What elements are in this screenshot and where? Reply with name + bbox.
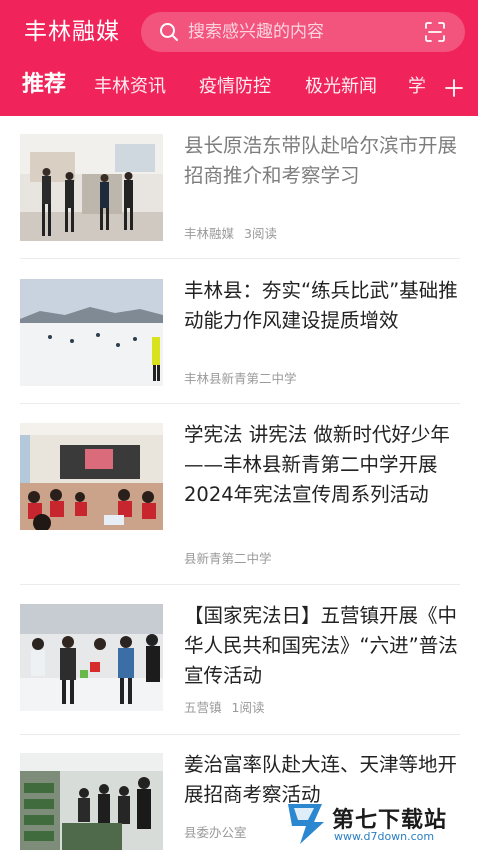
- site-watermark: 第七下载站 www.d7down.com: [282, 796, 478, 850]
- tab-epidemic[interactable]: 疫情防控: [199, 74, 271, 100]
- article-source: 五营镇: [184, 700, 222, 715]
- article-thumbnail: [20, 604, 163, 711]
- article-source: 县委办公室: [184, 825, 247, 840]
- article-source: 县新青第二中学: [184, 551, 272, 566]
- app-title: 丰林融媒: [24, 19, 120, 45]
- article-title[interactable]: 【国家宪法日】五营镇开展《中华人民共和国宪法》“六进”普法宣传活动: [184, 601, 464, 691]
- divider: [20, 734, 460, 735]
- search-icon: [160, 23, 178, 41]
- article-meta: 县委办公室: [184, 825, 257, 841]
- article-source: 丰林融媒: [184, 226, 235, 241]
- tab-recommend[interactable]: 推荐: [22, 72, 66, 98]
- tab-fenglin-news[interactable]: 丰林资讯: [94, 74, 166, 100]
- plus-icon[interactable]: [444, 78, 464, 98]
- channel-tabs: 推荐 丰林资讯 疫情防控 极光新闻 学: [0, 62, 478, 114]
- article-reads: 3阅读: [244, 226, 277, 241]
- article-title[interactable]: 学宪法 讲宪法 做新时代好少年——丰林县新青第二中学开展2024年宪法宣传周系列…: [184, 420, 464, 510]
- article-thumbnail: [20, 134, 163, 241]
- article-thumbnail: [20, 423, 163, 530]
- article-thumbnail: [20, 279, 163, 386]
- tab-aurora-news[interactable]: 极光新闻: [305, 74, 377, 100]
- watermark-logo-icon: [288, 804, 324, 844]
- top-header: 丰林融媒 搜索感兴趣的内容 推荐 丰林资讯 疫情防控 极光新闻 学: [0, 0, 478, 116]
- article-meta: 丰林县新青第二中学: [184, 371, 307, 387]
- search-placeholder: 搜索感兴趣的内容: [188, 22, 324, 42]
- scan-icon[interactable]: [424, 21, 446, 43]
- divider: [20, 584, 460, 585]
- article-reads: 1阅读: [231, 700, 265, 715]
- divider: [20, 258, 460, 259]
- article-thumbnail: [20, 753, 163, 850]
- article-title[interactable]: 县长原浩东带队赴哈尔滨市开展招商推介和考察学习: [184, 131, 464, 191]
- watermark-url: www.d7down.com: [334, 830, 435, 843]
- article-meta: 丰林融媒 3阅读: [184, 226, 277, 242]
- divider: [20, 403, 460, 404]
- article-title[interactable]: 丰林县：夯实“练兵比武”基础推动能力作风建设提质增效: [184, 276, 464, 336]
- search-bar[interactable]: 搜索感兴趣的内容: [141, 12, 465, 52]
- article-meta: 五营镇 1阅读: [184, 700, 264, 716]
- article-source: 丰林县新青第二中学: [184, 371, 297, 386]
- article-meta: 县新青第二中学: [184, 551, 282, 567]
